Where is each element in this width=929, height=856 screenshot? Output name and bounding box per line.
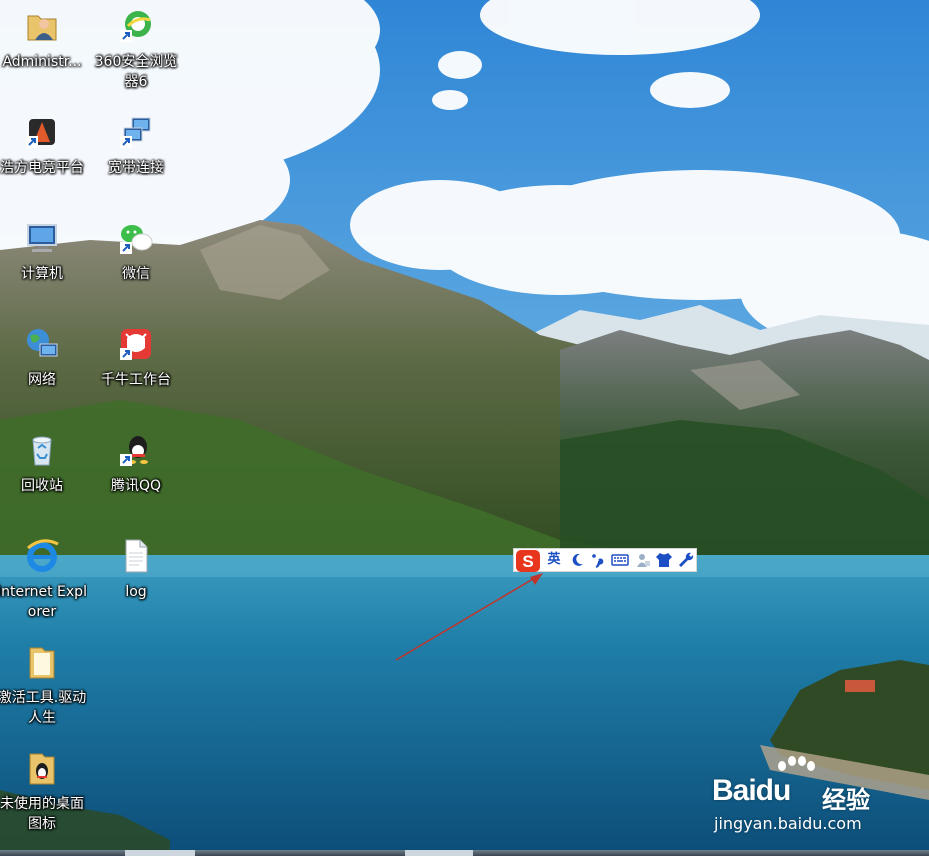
360-browser-icon xyxy=(120,11,151,42)
sogou-logo-icon[interactable]: S xyxy=(516,550,540,572)
desktop-icon-label: 腾讯QQ xyxy=(110,478,162,494)
folder-icon xyxy=(29,647,55,679)
user-icon[interactable] xyxy=(634,551,652,569)
desktop-icon-label: 未使用的桌面图标 xyxy=(0,796,84,832)
folder-penguin-icon xyxy=(29,753,55,785)
desktop-icon-log[interactable]: log xyxy=(91,532,181,630)
user-folder-icon xyxy=(27,15,57,41)
desktop-icon-network[interactable]: 网络 xyxy=(0,320,87,418)
desktop-icon-label: 千牛工作台 xyxy=(101,372,171,388)
desktop-icon-label: 浩方电竞平台 xyxy=(0,160,84,176)
desktop-icon-label: Administr... xyxy=(2,54,82,70)
desktop-icon-label: Internet Explorer xyxy=(0,584,87,620)
desktop-icon-label: log xyxy=(125,584,147,600)
punctuation-icon[interactable] xyxy=(588,551,606,569)
desktop-icon-qianniu[interactable]: 千牛工作台 xyxy=(91,320,181,418)
qq-icon xyxy=(120,436,148,466)
taskbar[interactable] xyxy=(0,850,929,856)
ime-toolbar[interactable]: S 英 xyxy=(513,548,697,572)
desktop-icon-qq[interactable]: 腾讯QQ xyxy=(91,426,181,524)
sogou-logo-letter: S xyxy=(522,552,533,571)
haofang-platform-icon xyxy=(26,119,55,148)
desktop-icon-haofang[interactable]: 浩方电竞平台 xyxy=(0,108,87,206)
desktop-icon-wechat[interactable]: 微信 xyxy=(91,214,181,312)
desktop-icon-360-browser[interactable]: 360安全浏览器6 xyxy=(91,2,181,100)
ime-language-toggle[interactable]: 英 xyxy=(544,550,564,570)
skin-shirt-icon[interactable] xyxy=(655,551,673,569)
watermark-brand: Baidu xyxy=(712,774,791,807)
desktop-icon-broadband[interactable]: 宽带连接 xyxy=(91,108,181,206)
desktop-icon-label: 微信 xyxy=(122,266,150,282)
settings-wrench-icon[interactable] xyxy=(677,551,695,569)
network-icon xyxy=(27,329,58,357)
desktop-icon-administrator[interactable]: Administr... xyxy=(0,2,87,100)
desktop[interactable]: Administr... 浩方电竞平台 计算机 网络 回收站 Internet … xyxy=(0,0,929,856)
desktop-icon-internet-explorer[interactable]: Internet Explorer xyxy=(0,532,87,630)
baidu-jingyan-watermark: Baidu 经验 jingyan.baidu.com xyxy=(712,756,922,836)
desktop-icon-unused-icons[interactable]: 未使用的桌面图标 xyxy=(0,744,87,842)
desktop-icon-recycle-bin[interactable]: 回收站 xyxy=(0,426,87,524)
half-width-moon-icon[interactable] xyxy=(568,551,586,569)
desktop-icon-label: 网络 xyxy=(28,372,56,388)
desktop-icon-label: 360安全浏览器6 xyxy=(94,54,178,90)
watermark-product: 经验 xyxy=(822,786,870,814)
wechat-icon xyxy=(120,225,153,254)
qianniu-icon xyxy=(120,329,151,360)
broadband-connection-icon xyxy=(120,117,151,148)
taskbar-button[interactable] xyxy=(125,850,195,856)
desktop-icon-jihuo-tool[interactable]: 激活工具.驱动人生 xyxy=(0,638,87,736)
internet-explorer-icon xyxy=(27,539,59,572)
text-file-icon xyxy=(125,539,148,573)
desktop-icon-label: 宽带连接 xyxy=(108,160,164,176)
taskbar-button[interactable] xyxy=(405,850,473,856)
desktop-icon-label: 激活工具.驱动人生 xyxy=(0,690,87,726)
desktop-icon-computer[interactable]: 计算机 xyxy=(0,214,87,312)
keyboard-icon[interactable] xyxy=(611,551,629,569)
watermark-url: jingyan.baidu.com xyxy=(714,814,862,833)
desktop-icon-label: 计算机 xyxy=(21,266,63,282)
desktop-icon-label: 回收站 xyxy=(21,478,63,494)
computer-icon xyxy=(27,224,57,252)
recycle-bin-icon xyxy=(32,436,52,466)
